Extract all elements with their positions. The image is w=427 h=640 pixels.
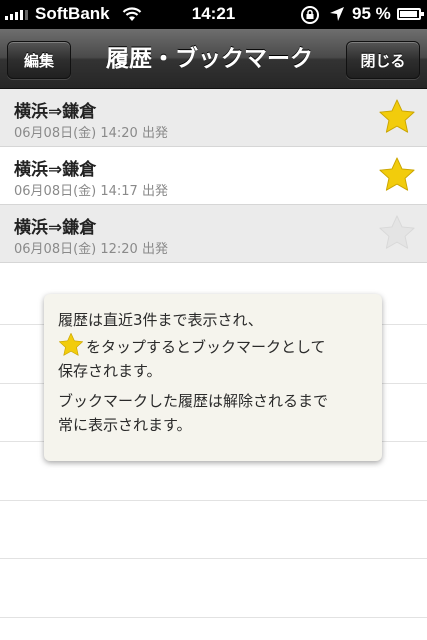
tooltip-text: 常に表示されます。: [58, 416, 192, 434]
departure-time: 06月08日(金) 14:20 出発: [14, 126, 168, 141]
edit-button[interactable]: 編集: [7, 41, 71, 79]
tooltip-text: をタップするとブックマークとして: [86, 338, 326, 356]
battery-icon: [397, 8, 424, 20]
bookmark-star-icon[interactable]: [378, 98, 416, 136]
tooltip-text: 履歴は直近3件まで表示され、: [58, 311, 263, 329]
help-tooltip: 履歴は直近3件まで表示され、 をタップするとブックマークとして 保存されます。 …: [44, 294, 382, 461]
rotation-lock-icon: [301, 6, 319, 24]
list-separator: [0, 500, 427, 501]
status-bar: SoftBank 14:21 95 %: [0, 0, 427, 29]
navigation-bar: 編集 履歴・ブックマーク 閉じる: [0, 29, 427, 89]
history-row[interactable]: 横浜⇒鎌倉 06月08日(金) 14:20 出発: [0, 89, 427, 147]
route-label: 横浜⇒鎌倉: [14, 102, 97, 122]
route-label: 横浜⇒鎌倉: [14, 218, 97, 238]
route-label: 横浜⇒鎌倉: [14, 160, 97, 180]
star-icon: [58, 332, 84, 356]
departure-time: 06月08日(金) 14:17 出発: [14, 184, 168, 199]
history-list: 横浜⇒鎌倉 06月08日(金) 14:20 出発 横浜⇒鎌倉 06月08日(金)…: [0, 89, 427, 263]
battery-percent: 95 %: [352, 4, 391, 23]
history-row[interactable]: 横浜⇒鎌倉 06月08日(金) 12:20 出発: [0, 205, 427, 263]
close-button[interactable]: 閉じる: [346, 41, 420, 79]
bookmark-star-icon[interactable]: [378, 156, 416, 194]
tooltip-text: 保存されます。: [58, 362, 162, 380]
history-row[interactable]: 横浜⇒鎌倉 06月08日(金) 14:17 出発: [0, 147, 427, 205]
list-separator: [0, 558, 427, 559]
location-icon: [330, 7, 344, 21]
departure-time: 06月08日(金) 12:20 出発: [14, 242, 168, 257]
tooltip-text: ブックマークした履歴は解除されるまで: [58, 392, 329, 410]
page-title: 履歴・ブックマーク: [106, 46, 313, 72]
list-separator: [0, 617, 427, 618]
bookmark-star-icon[interactable]: [378, 214, 416, 252]
